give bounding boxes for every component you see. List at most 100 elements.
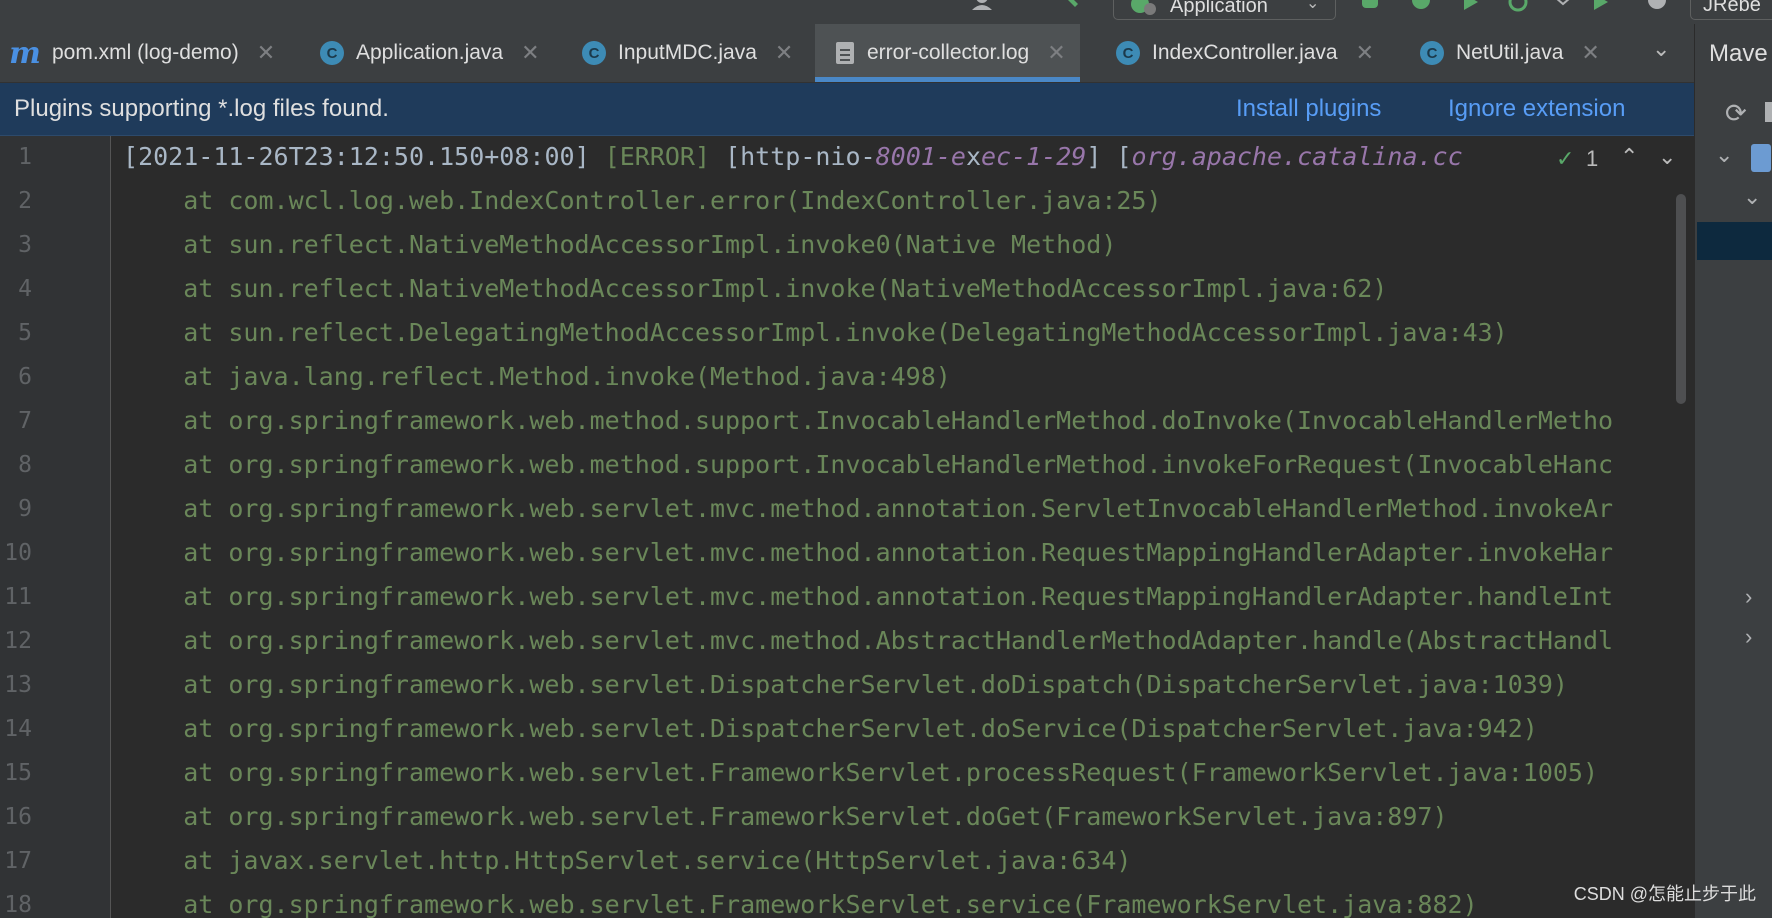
tab-overflow-chevron-icon[interactable]: ⌄ [1652, 36, 1670, 62]
chevron-down-icon[interactable]: ⌄ [1658, 144, 1676, 170]
log-token-logger: org.apache.catalina.cc [1131, 142, 1463, 171]
jrebel-label: JRebe [1703, 0, 1761, 16]
debug-bug-icon[interactable] [1410, 0, 1432, 16]
line-number: 8 [18, 452, 32, 478]
close-icon[interactable]: ✕ [1047, 40, 1065, 66]
log-token-timestamp: 2021-11-26T23:12:50.150+08:00 [138, 142, 575, 171]
log-line[interactable]: 16 at org.springframework.web.servlet.Fr… [0, 796, 1694, 840]
log-line[interactable]: 14 at org.springframework.web.servlet.Di… [0, 708, 1694, 752]
maven-panel-title: Mave [1709, 40, 1768, 67]
tab-label: IndexController.java [1152, 41, 1338, 64]
log-line[interactable]: 13 at org.springframework.web.servlet.Di… [0, 664, 1694, 708]
run-configuration-select[interactable]: Application ⌄ [1113, 0, 1336, 20]
log-line[interactable]: 9 at org.springframework.web.servlet.mvc… [0, 488, 1694, 532]
log-text: at org.springframework.web.servlet.Dispa… [123, 670, 1568, 699]
tab-error-collector-log[interactable]: error-collector.log ✕ [815, 24, 1080, 82]
maven-icon: m [9, 35, 41, 71]
log-token-bracket-close: ] [574, 142, 605, 171]
close-icon[interactable]: ✕ [521, 40, 539, 66]
log-line[interactable]: 11 at org.springframework.web.servlet.mv… [0, 576, 1694, 620]
log-token-thread-rest: ec-1-29 [981, 142, 1087, 171]
log-text: at org.springframework.web.method.suppor… [123, 406, 1614, 435]
inspection-widget[interactable]: ✓ 1 ⌃ ⌄ [1540, 138, 1694, 178]
tab-label: NetUtil.java [1456, 41, 1564, 64]
line-number: 18 [4, 892, 32, 918]
log-text: at com.wcl.log.web.IndexController.error… [123, 186, 1162, 215]
log-line[interactable]: 12 at org.springframework.web.servlet.mv… [0, 620, 1694, 664]
maven-tree-selected-row[interactable] [1697, 222, 1772, 260]
jrebel-run-icon[interactable] [1590, 0, 1612, 16]
log-line[interactable]: 18 at org.springframework.web.servlet.Fr… [0, 884, 1694, 918]
tab-application-java[interactable]: C Application.java ✕ [320, 24, 540, 82]
log-line[interactable]: 5 at sun.reflect.DelegatingMethodAccesso… [0, 312, 1694, 356]
more-run-options-icon[interactable] [1552, 0, 1574, 16]
chevron-right-icon[interactable]: › [1745, 584, 1752, 610]
chevron-up-icon[interactable]: ⌃ [1620, 144, 1638, 170]
line-number: 2 [18, 188, 32, 214]
log-line[interactable]: 8 at org.springframework.web.method.supp… [0, 444, 1694, 488]
log-line[interactable]: 2 at com.wcl.log.web.IndexController.err… [0, 180, 1694, 224]
log-token-thread-close: ] [ [1086, 142, 1132, 171]
line-number: 15 [4, 760, 32, 786]
jrebel-debug-icon[interactable] [1646, 0, 1668, 16]
close-icon[interactable]: ✕ [775, 40, 793, 66]
install-plugins-link[interactable]: Install plugins [1236, 95, 1381, 123]
tab-indexcontroller-java[interactable]: C IndexController.java ✕ [1116, 24, 1374, 82]
log-line[interactable]: 7 at org.springframework.web.method.supp… [0, 400, 1694, 444]
line-number: 7 [18, 408, 32, 434]
stop-icon[interactable] [1765, 102, 1772, 122]
build-hammer-icon[interactable] [1066, 0, 1088, 16]
line-number: 16 [4, 804, 32, 830]
vertical-scrollbar[interactable] [1676, 194, 1686, 404]
maven-tool-window: Mave ⟳ ⌄ ⌄ › › [1694, 24, 1772, 918]
spring-class-icon: C [320, 41, 344, 65]
log-editor[interactable]: 1 [2021-11-26T23:12:50.150+08:00] [ERROR]… [0, 136, 1694, 918]
refresh-icon[interactable]: ⟳ [1725, 98, 1747, 129]
reload-icon[interactable] [1360, 0, 1382, 16]
chevron-right-icon[interactable]: › [1745, 624, 1752, 650]
log-line[interactable]: 6 at java.lang.reflect.Method.invoke(Met… [0, 356, 1694, 400]
log-token-level: [ERROR] [604, 142, 711, 171]
tab-label: pom.xml (log-demo) [52, 41, 239, 64]
close-icon[interactable]: ✕ [257, 40, 275, 66]
log-line[interactable]: 4 at sun.reflect.NativeMethodAccessorImp… [0, 268, 1694, 312]
log-text: at sun.reflect.NativeMethodAccessorImpl.… [123, 274, 1388, 303]
tab-inputmdc-java[interactable]: C InputMDC.java ✕ [582, 24, 793, 82]
log-text: at org.springframework.web.servlet.mvc.m… [123, 494, 1614, 523]
inspection-ok-icon: ✓ [1556, 146, 1575, 171]
maven-module-icon [1751, 144, 1771, 172]
ignore-extension-link[interactable]: Ignore extension [1448, 95, 1625, 123]
line-number: 14 [4, 716, 32, 742]
line-number: 5 [18, 320, 32, 346]
run-with-coverage-icon[interactable] [1460, 0, 1482, 16]
tab-pom-xml[interactable]: m pom.xml (log-demo) ✕ [9, 24, 275, 82]
profile-icon[interactable] [1508, 0, 1530, 16]
spring-app-icon [1131, 0, 1156, 15]
log-text: at sun.reflect.DelegatingMethodAccessorI… [123, 318, 1508, 347]
log-text: at sun.reflect.NativeMethodAccessorImpl.… [123, 230, 1117, 259]
chevron-down-icon[interactable]: ⌄ [1743, 184, 1761, 210]
log-line[interactable]: 15 at org.springframework.web.servlet.Fr… [0, 752, 1694, 796]
log-line[interactable]: 3 at sun.reflect.NativeMethodAccessorImp… [0, 224, 1694, 268]
tab-netutil-java[interactable]: C NetUtil.java ✕ [1420, 24, 1600, 82]
log-line[interactable]: 1 [2021-11-26T23:12:50.150+08:00] [ERROR]… [0, 136, 1694, 180]
jrebel-panel-button[interactable]: JRebe [1690, 0, 1772, 20]
user-icon[interactable] [972, 0, 994, 16]
log-line[interactable]: 17 at javax.servlet.http.HttpServlet.ser… [0, 840, 1694, 884]
log-token-thread-dash: -e [935, 142, 966, 171]
chevron-down-icon[interactable]: ⌄ [1715, 142, 1733, 168]
close-icon[interactable]: ✕ [1581, 40, 1599, 66]
log-text: at org.springframework.web.servlet.Frame… [123, 758, 1599, 787]
log-text: at org.springframework.web.servlet.Dispa… [123, 714, 1538, 743]
log-text: at org.springframework.web.servlet.mvc.m… [123, 626, 1614, 655]
chevron-down-icon: ⌄ [1306, 0, 1320, 12]
line-number: 4 [18, 276, 32, 302]
editor-tab-bar: m pom.xml (log-demo) ✕ C Application.jav… [0, 24, 1694, 83]
class-icon: C [1116, 41, 1140, 65]
line-number: 13 [4, 672, 32, 698]
inspection-count: 1 [1586, 146, 1599, 171]
log-token-thread-open: [http-nio- [710, 142, 876, 171]
log-text: [2021-11-26T23:12:50.150+08:00] [ERROR] … [123, 142, 1463, 171]
close-icon[interactable]: ✕ [1356, 40, 1374, 66]
log-line[interactable]: 10 at org.springframework.web.servlet.mv… [0, 532, 1694, 576]
